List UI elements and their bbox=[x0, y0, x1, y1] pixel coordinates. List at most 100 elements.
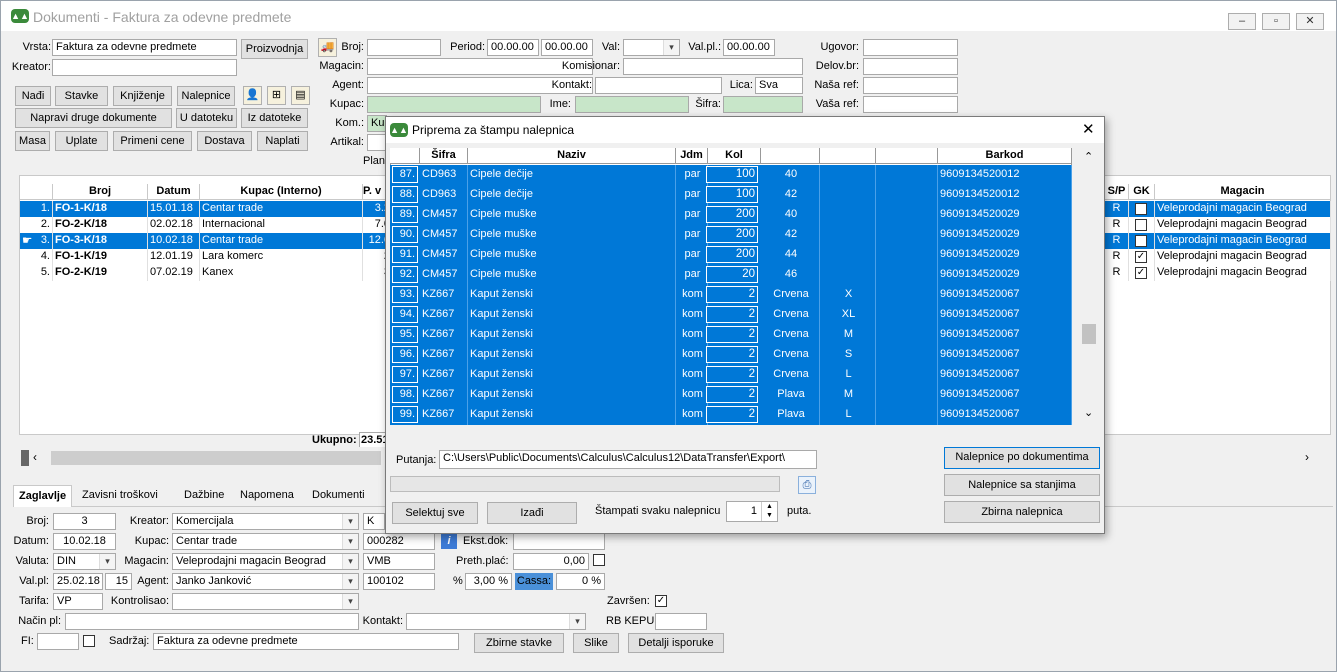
tab-zaglavlje[interactable]: Zaglavlje bbox=[13, 485, 73, 507]
minimize-button[interactable]: – bbox=[1228, 13, 1256, 30]
cell-kol[interactable]: 100 bbox=[706, 166, 758, 183]
dialog-scroll-thumb[interactable] bbox=[1082, 324, 1096, 344]
form-zavrsen-checkbox[interactable]: ✓ bbox=[655, 595, 667, 607]
list-item[interactable]: 96. KZ667 Kaput ženski kom 2 Crvena S 960913452… bbox=[390, 345, 1072, 365]
knjizenje-button[interactable]: Knjiženje bbox=[113, 86, 172, 106]
form-broj-field[interactable]: 3 bbox=[53, 513, 116, 530]
cell-kol[interactable]: 100 bbox=[706, 186, 758, 203]
truck-icon[interactable]: 🚚 bbox=[318, 38, 337, 57]
putanja-field[interactable]: C:\Users\Public\Documents\Calculus\Calcu… bbox=[439, 450, 817, 469]
list-item[interactable]: 89. CM457 Cipele muške par 200 40 960913452002… bbox=[390, 205, 1072, 225]
spinner-arrows-icon[interactable]: ▲ ▼ bbox=[761, 502, 777, 521]
dostava-button[interactable]: Dostava bbox=[197, 131, 252, 151]
form-magacin-select[interactable]: Veleprodajni magacin Beograd ▾ bbox=[172, 553, 359, 570]
dgrid-header-c[interactable] bbox=[876, 148, 938, 164]
close-button[interactable]: ✕ bbox=[1296, 13, 1324, 30]
list-item[interactable]: 94. KZ667 Kaput ženski kom 2 Crvena XL 96091345… bbox=[390, 305, 1072, 325]
grid-header-sp[interactable]: S/P bbox=[1105, 184, 1129, 200]
sifra-field[interactable] bbox=[723, 96, 803, 113]
kupac-field[interactable] bbox=[367, 96, 541, 113]
list-item[interactable]: 91. CM457 Cipele muške par 200 44 960913452002… bbox=[390, 245, 1072, 265]
dgrid-header-sifra[interactable]: Šifra bbox=[420, 148, 468, 164]
nalepnice-sa-stanjima-button[interactable]: Nalepnice sa stanjima bbox=[944, 474, 1100, 496]
vasaref-field[interactable] bbox=[863, 96, 958, 113]
lica-field[interactable]: Sva bbox=[755, 77, 803, 94]
form-agent-code[interactable]: 100102 bbox=[363, 573, 435, 590]
form-kupac-select[interactable]: Centar trade ▾ bbox=[172, 533, 359, 550]
nalepnice-po-dokumentima-button[interactable]: Nalepnice po dokumentima bbox=[944, 447, 1100, 469]
cell-kol[interactable]: 2 bbox=[706, 406, 758, 423]
gk-checkbox[interactable] bbox=[1135, 235, 1147, 247]
printer-icon[interactable]: ⎙ bbox=[798, 476, 816, 494]
proizvodnja-button[interactable]: Proizvodnja bbox=[241, 39, 308, 59]
gk-checkbox[interactable] bbox=[1135, 203, 1147, 215]
iz-datoteke-button[interactable]: Iz datoteke bbox=[241, 108, 308, 128]
cell-kol[interactable]: 2 bbox=[706, 386, 758, 403]
list-item[interactable]: 92. CM457 Cipele muške par 20 46 9609134520029 bbox=[390, 265, 1072, 285]
ugovor-field[interactable] bbox=[863, 39, 958, 56]
notes-icon[interactable]: ▤ bbox=[291, 86, 310, 105]
period-to-field[interactable]: 00.00.00 bbox=[541, 39, 593, 56]
dialog-close-icon[interactable]: ✕ bbox=[1082, 120, 1095, 138]
grid-header-magacin[interactable]: Magacin bbox=[1155, 184, 1331, 200]
cell-kol[interactable]: 2 bbox=[706, 306, 758, 323]
form-valuta-select[interactable]: DIN ▾ bbox=[53, 553, 116, 570]
form-rbkepu-field[interactable] bbox=[655, 613, 707, 630]
izadji-button[interactable]: Izađi bbox=[487, 502, 577, 524]
grid-header-gk[interactable]: GK bbox=[1129, 184, 1155, 200]
u-datoteku-button[interactable]: U datoteku bbox=[176, 108, 237, 128]
dgrid-header-b[interactable] bbox=[820, 148, 876, 164]
labels-grid[interactable]: Šifra Naziv Jdm Kol Barkod 87. CD963 Cipel… bbox=[390, 148, 1098, 561]
form-cassa-field[interactable]: 0 % bbox=[556, 573, 605, 590]
form-fi-field[interactable] bbox=[37, 633, 79, 650]
scroll-right-icon[interactable]: › bbox=[1305, 450, 1309, 464]
form-kontakt-select[interactable]: ▾ bbox=[406, 613, 586, 630]
primeni-cene-button[interactable]: Primeni cene bbox=[113, 131, 192, 151]
nasaref-field[interactable] bbox=[863, 77, 958, 94]
list-item[interactable]: 98. KZ667 Kaput ženski kom 2 Plava M 9609134520… bbox=[390, 385, 1072, 405]
dgrid-header-a[interactable] bbox=[761, 148, 820, 164]
valpl-field[interactable]: 00.00.00 bbox=[723, 39, 775, 56]
form-fi-checkbox[interactable] bbox=[83, 635, 95, 647]
list-item[interactable]: 87. CD963 Cipele dečije par 100 40 96091345200… bbox=[390, 165, 1072, 185]
grid-header-datum[interactable]: Datum bbox=[148, 184, 200, 200]
dgrid-header-barkod[interactable]: Barkod bbox=[938, 148, 1072, 164]
list-item[interactable]: 99. KZ667 Kaput ženski kom 2 Plava L 9609134520… bbox=[390, 405, 1072, 425]
form-kreator-select[interactable]: Komercijala ▾ bbox=[172, 513, 359, 530]
tab-zavisni-troskovi[interactable]: Zavisni troškovi bbox=[77, 485, 163, 507]
dgrid-header-jdm[interactable]: Jdm bbox=[676, 148, 708, 164]
selektuj-sve-button[interactable]: Selektuj sve bbox=[392, 502, 478, 524]
ime-field[interactable] bbox=[575, 96, 689, 113]
cell-kol[interactable]: 2 bbox=[706, 346, 758, 363]
gk-checkbox[interactable]: ✓ bbox=[1135, 267, 1147, 279]
stavke-button[interactable]: Stavke bbox=[55, 86, 108, 106]
scroll-down-icon[interactable]: ⌄ bbox=[1084, 406, 1093, 419]
form-sadrzaj-field[interactable]: Faktura za odevne predmete bbox=[153, 633, 459, 650]
grid-header-broj[interactable]: Broj bbox=[53, 184, 148, 200]
form-pct-field[interactable]: 3,00 % bbox=[465, 573, 512, 590]
naplati-button[interactable]: Naplati bbox=[257, 131, 308, 151]
cell-kol[interactable]: 2 bbox=[706, 326, 758, 343]
form-valpl-field[interactable]: 25.02.18 bbox=[53, 573, 103, 590]
cell-kol[interactable]: 200 bbox=[706, 246, 758, 263]
period-from-field[interactable]: 00.00.00 bbox=[487, 39, 539, 56]
kreator-field[interactable] bbox=[52, 59, 237, 76]
val-select[interactable]: ▾ bbox=[623, 39, 680, 56]
detalji-isporuke-button[interactable]: Detalji isporuke bbox=[628, 633, 724, 653]
cell-kol[interactable]: 2 bbox=[706, 286, 758, 303]
delovbr-field[interactable] bbox=[863, 58, 958, 75]
grid-header-kupac[interactable]: Kupac (Interno) bbox=[200, 184, 363, 200]
kontakt-field[interactable] bbox=[595, 77, 722, 94]
artikal-field[interactable] bbox=[367, 134, 387, 151]
broj-field[interactable] bbox=[367, 39, 441, 56]
cell-kol[interactable]: 2 bbox=[706, 366, 758, 383]
form-kontrolisao-select[interactable]: ▾ bbox=[172, 593, 359, 610]
cell-kol[interactable]: 200 bbox=[706, 206, 758, 223]
list-item[interactable]: 95. KZ667 Kaput ženski kom 2 Crvena M 960913452… bbox=[390, 325, 1072, 345]
dgrid-header-kol[interactable]: Kol bbox=[708, 148, 761, 164]
vrsta-field[interactable]: Faktura za odevne predmete bbox=[52, 39, 237, 56]
tab-dazbine[interactable]: Dažbine bbox=[179, 485, 229, 507]
cell-kol[interactable]: 200 bbox=[706, 226, 758, 243]
gk-checkbox[interactable]: ✓ bbox=[1135, 251, 1147, 263]
form-nacin-field[interactable] bbox=[65, 613, 359, 630]
